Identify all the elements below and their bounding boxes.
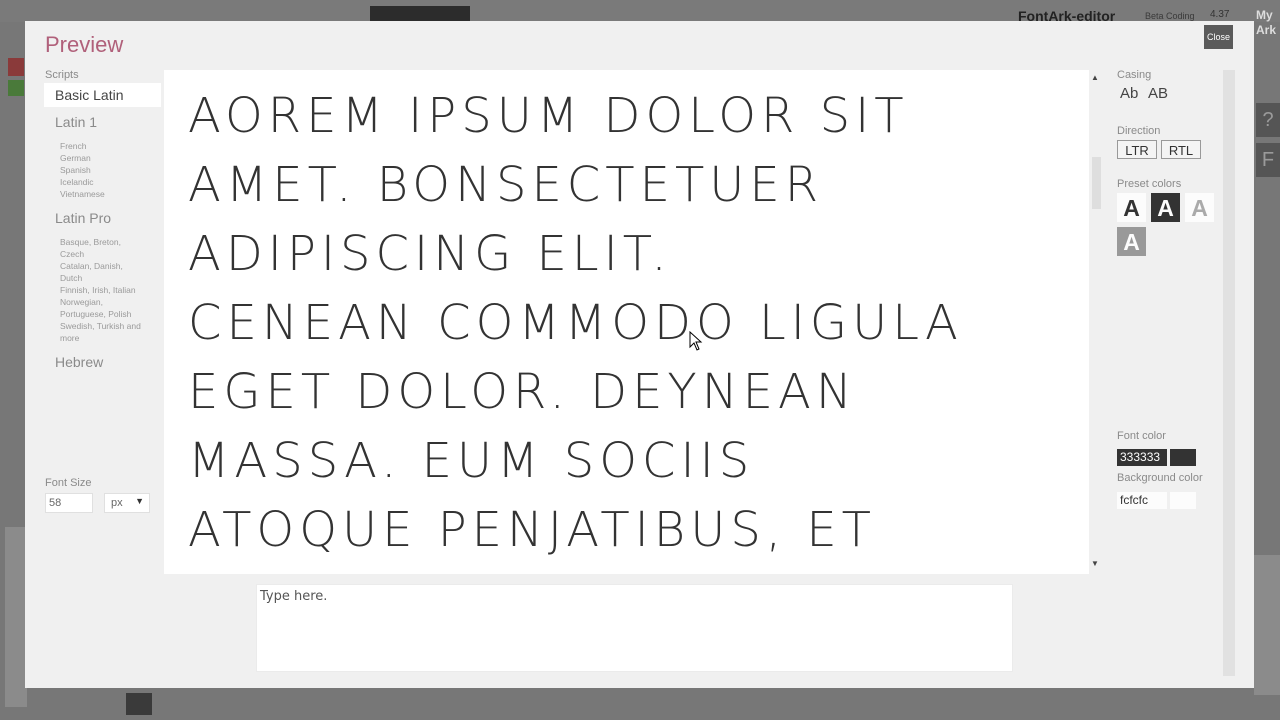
modal-title: Preview (45, 32, 124, 57)
language-item: Czech (60, 249, 85, 259)
background-app-version: 4.37 (1210, 9, 1230, 20)
preset-swatch-light-on-gray[interactable]: A (1117, 227, 1146, 256)
scroll-up-icon[interactable]: ▲ (1091, 73, 1099, 82)
preset-swatch-light-on-dark[interactable]: A (1151, 193, 1180, 222)
language-item: Norwegian, (60, 297, 103, 307)
font-size-input[interactable]: 58 (45, 493, 93, 513)
direction-label: Direction (1117, 125, 1161, 137)
chevron-down-icon: ▼ (135, 496, 144, 506)
preview-area: Aorem ipsum dolor sit amet. Bonsectetuer… (164, 70, 1089, 574)
preset-colors-label: Preset colors (1117, 178, 1182, 190)
scripts-label: Scripts (45, 69, 79, 81)
help-icon: ? (1256, 103, 1280, 137)
language-item: Swedish, Turkish and (60, 321, 141, 331)
preview-line: massa. Eum sociis (188, 433, 755, 489)
preview-text: Aorem ipsum dolor sit amet. Bonsectetuer… (188, 82, 1048, 565)
background-app-subtitle: Beta Coding (1145, 11, 1195, 21)
background-color-label: Background color (1117, 472, 1203, 484)
ltr-button[interactable]: LTR (1117, 140, 1157, 159)
background-square (126, 693, 152, 715)
background-right-panel (1254, 555, 1280, 695)
close-button[interactable]: Close (1204, 25, 1233, 49)
script-basic-latin[interactable]: Basic Latin (44, 83, 161, 107)
latin-1-languages: French German Spanish Icelandic Vietname… (60, 140, 165, 200)
preview-line: Aorem ipsum dolor sit (188, 88, 909, 144)
latin-pro-languages: Basque, Breton, Czech Catalan, Danish, D… (60, 236, 165, 344)
script-latin-pro[interactable]: Latin Pro (55, 210, 111, 226)
preview-modal: Preview Close Scripts Basic Latin Latin … (25, 21, 1254, 688)
language-item: Dutch (60, 273, 83, 283)
font-size-unit-select[interactable]: px ▼ (104, 493, 150, 513)
casing-upper-button[interactable]: AB (1148, 85, 1168, 102)
language-item: German (60, 153, 91, 163)
font-color-input[interactable]: 333333 (1117, 449, 1167, 466)
sample-text-input[interactable] (257, 585, 1012, 671)
language-item: Basque, Breton, (60, 237, 121, 247)
preview-line: Cenean commodo ligula (188, 295, 963, 351)
language-item: more (60, 333, 80, 343)
language-item: Icelandic (60, 177, 94, 187)
background-green-tag (8, 80, 24, 96)
preview-line: amet. Bonsectetuer (188, 157, 824, 213)
language-item: French (60, 141, 87, 151)
preview-line: atoque penjatibus, et (188, 502, 876, 558)
language-item: Portuguese, Polish (60, 309, 132, 319)
font-color-chip[interactable] (1170, 449, 1196, 466)
background-red-tag (8, 58, 24, 76)
my-ark-link: My Ark (1256, 8, 1277, 37)
language-item: Vietnamese (60, 189, 105, 199)
scroll-down-icon[interactable]: ▼ (1091, 559, 1099, 568)
casing-mixed-button[interactable]: Ab (1120, 85, 1138, 102)
preset-swatch-dark-on-light[interactable]: A (1117, 193, 1146, 222)
mouse-cursor-icon (689, 331, 703, 351)
background-color-input[interactable]: fcfcfc (1117, 492, 1167, 509)
language-item: Spanish (60, 165, 91, 175)
preset-swatch-gray-on-light[interactable]: A (1185, 193, 1214, 222)
background-left-panel (5, 527, 27, 707)
font-size-label: Font Size (45, 477, 92, 489)
script-hebrew[interactable]: Hebrew (55, 354, 103, 370)
unit-value: px (111, 497, 123, 509)
background-color-chip[interactable] (1170, 492, 1196, 509)
scrollbar-thumb[interactable] (1092, 157, 1101, 209)
casing-label: Casing (1117, 69, 1152, 81)
language-item: Finnish, Irish, Italian (60, 285, 136, 295)
panel-scrollbar[interactable] (1223, 70, 1235, 676)
sample-text-container (256, 584, 1013, 672)
language-item: Catalan, Danish, (60, 261, 123, 271)
preview-line: eget dolor. Deynean (188, 364, 857, 420)
preview-line: adipiscing elit. (188, 226, 672, 282)
script-latin-1[interactable]: Latin 1 (55, 114, 97, 130)
background-active-tab (370, 6, 470, 22)
font-color-label: Font color (1117, 430, 1166, 442)
f-icon: F (1256, 143, 1280, 177)
rtl-button[interactable]: RTL (1161, 140, 1201, 159)
